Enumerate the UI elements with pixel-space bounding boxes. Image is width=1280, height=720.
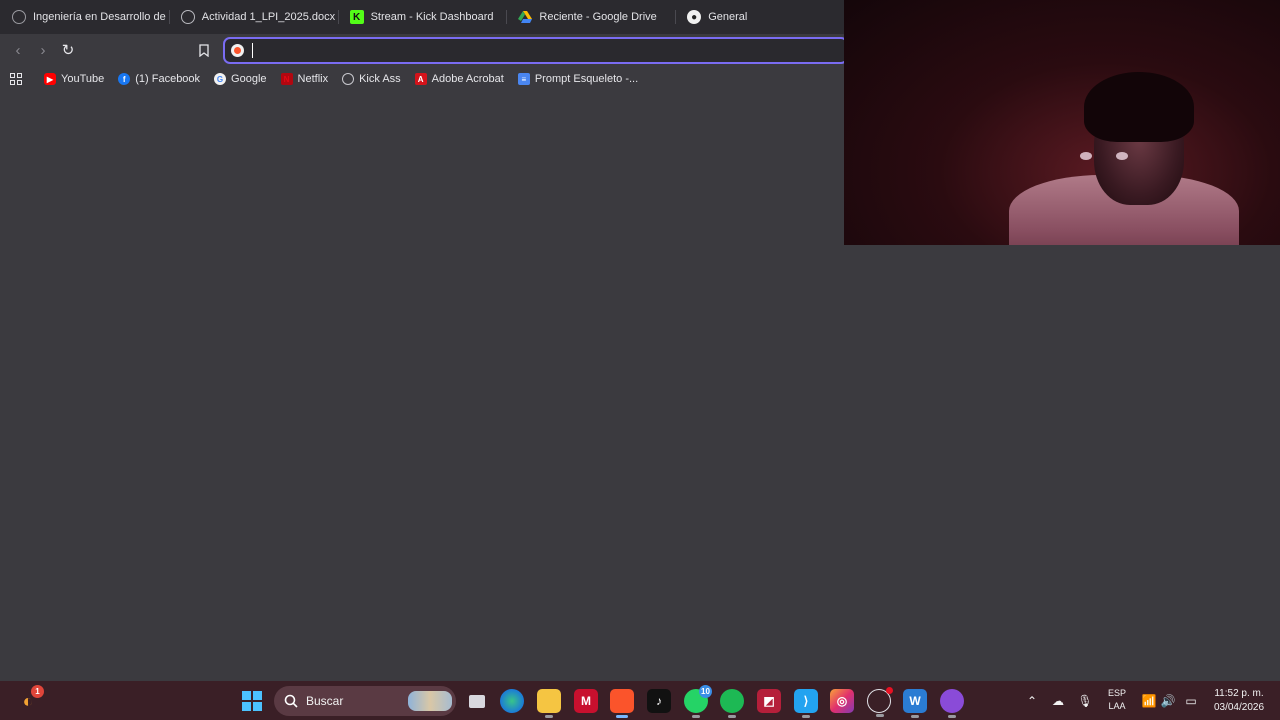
windows-start-icon[interactable] <box>240 689 264 713</box>
reload-button[interactable]: ↻ <box>58 40 78 60</box>
tab-title: General <box>708 11 748 23</box>
bookmark-label: Kick Ass <box>359 73 401 85</box>
edge-icon[interactable] <box>500 689 524 713</box>
weather-badge: 1 <box>31 685 44 698</box>
bookmark-page-button[interactable] <box>194 40 214 60</box>
app-launcher-icon[interactable]: ◩ <box>757 689 781 713</box>
tab-title: Actividad 1_LPI_2025.docx <box>201 11 336 23</box>
bookmark-prompt-esqueleto[interactable]: ≡ Prompt Esqueleto -... <box>517 73 639 85</box>
tab-title: Stream - Kick Dashboard <box>370 11 494 23</box>
microphone-icon[interactable]: 🎙 <box>1075 681 1095 720</box>
chevron-left-icon: ‹ <box>15 41 21 59</box>
brave-browser-icon[interactable] <box>610 689 634 718</box>
word-icon[interactable]: W <box>903 689 927 718</box>
reload-icon: ↻ <box>61 42 75 59</box>
globe-icon <box>180 10 195 24</box>
search-icon <box>284 694 298 708</box>
task-view-icon[interactable] <box>465 689 489 713</box>
acrobat-icon: A <box>414 73 427 85</box>
tab-actividad[interactable]: Actividad 1_LPI_2025.docx <box>168 0 338 34</box>
brave-search-icon <box>231 44 244 57</box>
bookmark-label: Netflix <box>297 73 329 85</box>
webcam-person-hair <box>1084 72 1194 142</box>
volume-icon[interactable]: 🔊 <box>1158 681 1178 720</box>
wifi-icon[interactable]: 📶 <box>1139 681 1159 720</box>
globe-icon <box>12 10 26 24</box>
facebook-icon: f <box>118 73 131 85</box>
language-code: ESP <box>1107 688 1126 698</box>
bookmark-icon <box>199 43 209 57</box>
clock-date: 03/04/2026 <box>1213 702 1265 713</box>
bookmark-netflix[interactable]: N Netflix <box>280 73 329 85</box>
instagram-icon[interactable]: ◎ <box>830 689 854 713</box>
tab-title: Reciente - Google Drive <box>539 11 657 23</box>
bookmark-youtube[interactable]: ▶ YouTube <box>44 73 104 85</box>
github-icon: ● <box>687 10 702 24</box>
glasses-glare <box>1116 152 1128 160</box>
keyboard-layout: LAA <box>1108 701 1126 711</box>
battery-icon[interactable]: ▭ <box>1180 681 1202 720</box>
mcafee-icon[interactable]: M <box>574 689 598 713</box>
tab-ingenieria[interactable]: Ingeniería en Desarrollo de Soft <box>0 0 169 34</box>
taskbar-search[interactable]: Buscar <box>274 686 456 716</box>
google-drive-icon <box>518 10 533 24</box>
bookmark-label: Adobe Acrobat <box>431 73 504 85</box>
file-explorer-icon[interactable] <box>537 689 561 718</box>
spotify-icon[interactable] <box>720 689 744 718</box>
bookmarks-bar: ▶ YouTube f (1) Facebook G Google N Netf… <box>0 66 844 92</box>
google-icon: G <box>214 73 227 85</box>
netflix-icon: N <box>280 73 293 85</box>
taskbar-clock[interactable]: 11:52 p. m. 03/04/2026 <box>1204 687 1274 715</box>
whatsapp-badge: 10 <box>699 685 712 698</box>
chevron-right-icon: › <box>40 41 46 59</box>
search-highlight-image <box>408 691 452 711</box>
vscode-icon[interactable]: ⟩ <box>794 689 818 718</box>
bookmark-facebook[interactable]: f (1) Facebook <box>118 73 200 85</box>
bookmark-label: (1) Facebook <box>135 73 201 85</box>
browser-toolbar: ‹ › ↻ <box>0 34 848 66</box>
chatgpt-icon[interactable] <box>867 687 893 717</box>
bookmark-label: Prompt Esqueleto -... <box>534 73 639 85</box>
kick-icon: K <box>349 10 364 24</box>
github-desktop-icon[interactable] <box>940 689 964 718</box>
forward-button[interactable]: › <box>33 40 53 60</box>
tab-github-general[interactable]: ● General <box>675 0 844 34</box>
back-button[interactable]: ‹ <box>8 40 28 60</box>
apps-grid-icon[interactable] <box>10 73 22 85</box>
tab-kick-dashboard[interactable]: K Stream - Kick Dashboard <box>337 0 507 34</box>
bookmark-google[interactable]: G Google <box>214 73 267 85</box>
bookmark-adobe-acrobat[interactable]: A Adobe Acrobat <box>414 73 504 85</box>
whatsapp-icon[interactable]: 10 <box>684 685 712 718</box>
bookmark-label: YouTube <box>61 73 105 85</box>
windows-taskbar: ◐ 1 Buscar M ♪ 10 ◩ ⟩ ◎ W ⌃ ☁ 🎙 ESP LAA … <box>0 681 1280 720</box>
show-hidden-icons-chevron-up-icon[interactable]: ⌃ <box>1022 681 1042 720</box>
weather-widget-icon[interactable]: ◐ 1 <box>16 685 44 713</box>
youtube-icon: ▶ <box>44 73 56 85</box>
tab-strip: Ingeniería en Desarrollo de Soft Activid… <box>0 0 844 34</box>
glasses-glare <box>1080 152 1092 160</box>
tab-google-drive[interactable]: Reciente - Google Drive <box>506 0 675 34</box>
text-caret <box>252 43 253 58</box>
onedrive-icon[interactable]: ☁ <box>1048 681 1068 720</box>
tab-title: Ingeniería en Desarrollo de Soft <box>33 11 169 23</box>
clock-time: 11:52 p. m. <box>1214 688 1264 699</box>
language-indicator[interactable]: ESP LAA <box>1102 687 1132 713</box>
bookmark-kick-ass[interactable]: Kick Ass <box>342 73 401 85</box>
tiktok-icon[interactable]: ♪ <box>647 689 671 713</box>
webcam-overlay <box>844 0 1280 245</box>
bookmark-label: Google <box>231 73 267 85</box>
globe-icon <box>342 73 355 85</box>
docs-icon: ≡ <box>517 73 530 85</box>
address-bar[interactable] <box>223 37 848 64</box>
search-label: Buscar <box>306 694 344 708</box>
